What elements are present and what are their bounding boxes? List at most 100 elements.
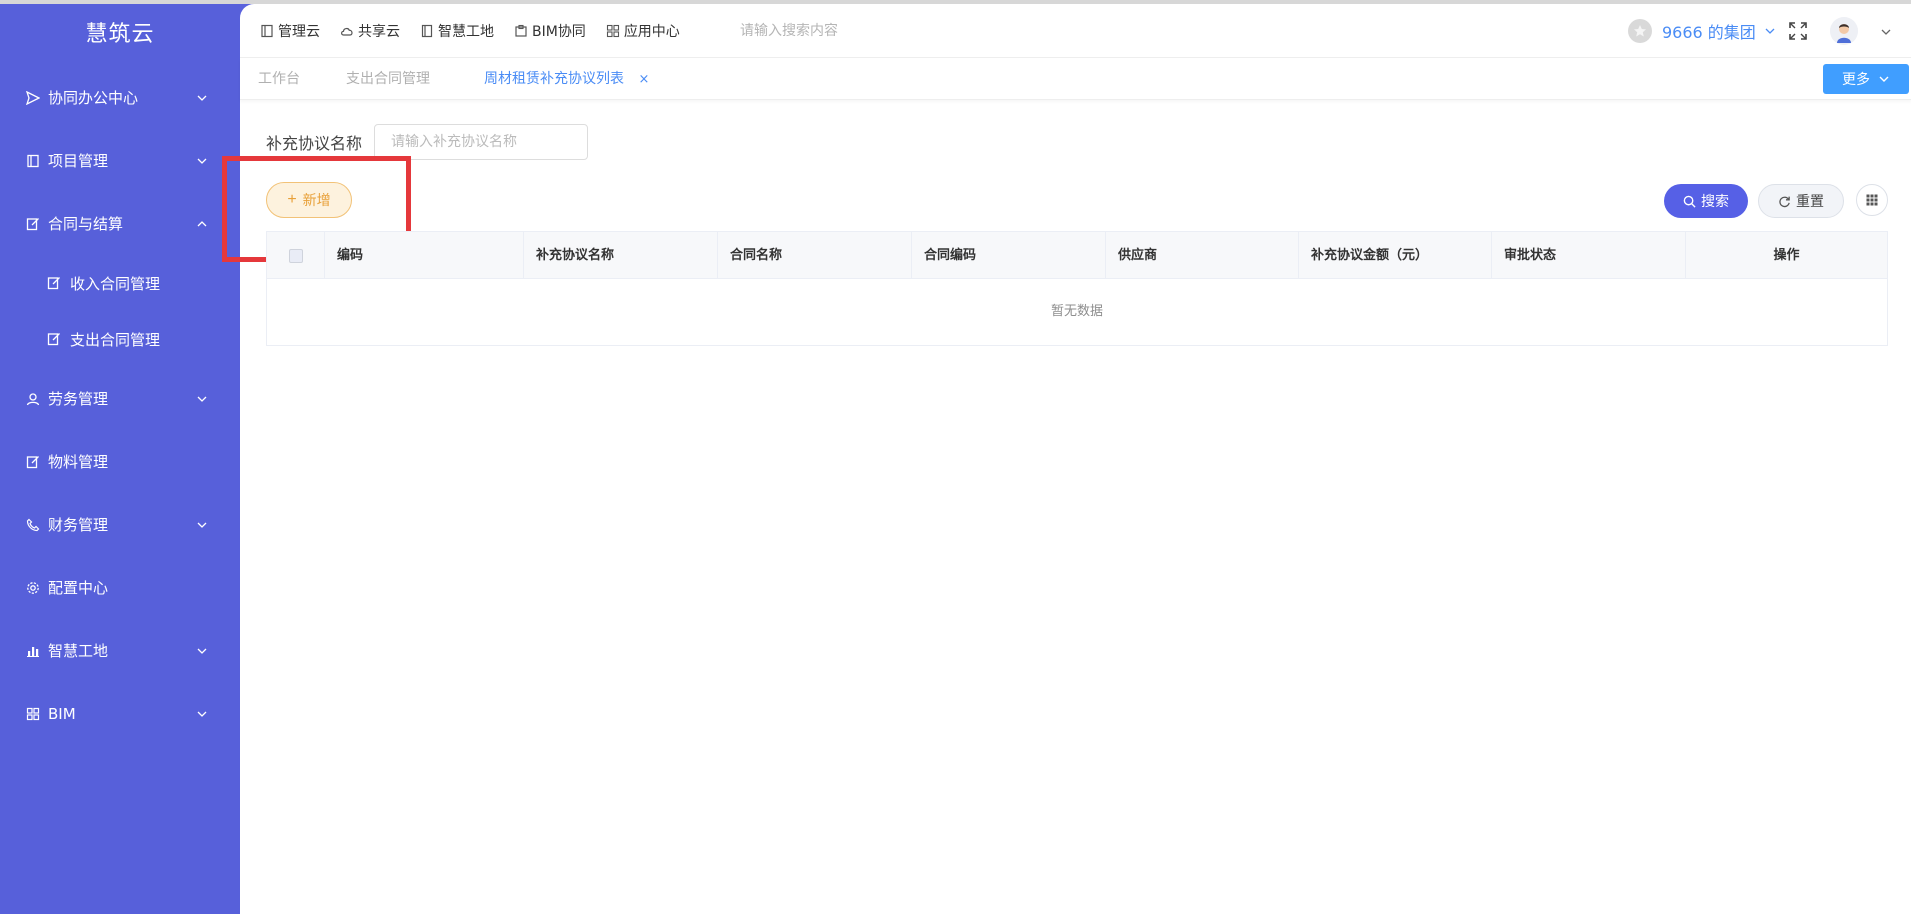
agreement-name-input[interactable]: [374, 124, 588, 160]
close-icon[interactable]: ×: [638, 59, 649, 101]
more-label: 更多: [1842, 71, 1870, 87]
global-search-input[interactable]: [740, 18, 980, 44]
nav-shared-cloud[interactable]: 共享云: [340, 21, 400, 41]
tab-label: 周材租赁补充协议列表: [484, 71, 624, 87]
bar-chart-icon: [24, 642, 42, 660]
sidebar-subitem-label: 收入合同管理: [70, 274, 161, 293]
select-all-cell: [267, 232, 325, 279]
main-panel: 管理云 共享云 智慧工地 BIM协同 应用中心 请输入搜索内容 9666 的集团…: [222, 4, 1911, 914]
phone-icon: [24, 516, 42, 534]
chevron-down-icon: [197, 95, 207, 101]
edit-icon: [24, 453, 42, 471]
add-button[interactable]: + 新增: [266, 182, 352, 218]
group-avatar: [1628, 19, 1652, 43]
edit-icon: [46, 275, 62, 291]
nav-smart-site[interactable]: 智慧工地: [420, 21, 494, 41]
chevron-down-icon: [197, 396, 207, 402]
sidebar-item-label: 劳务管理: [48, 390, 109, 408]
sidebar: 慧筑云 协同办公中心 项目管理 合同与结算 收入合同管理 支出合同管理 劳务管理…: [0, 4, 240, 914]
sidebar-item-label: 智慧工地: [48, 642, 109, 660]
user-icon: [24, 390, 42, 408]
search-button[interactable]: 搜索: [1664, 184, 1748, 218]
chevron-down-icon: [197, 648, 207, 654]
edit-icon: [24, 215, 42, 233]
sidebar-item-label: 配置中心: [48, 579, 109, 597]
sidebar-item-label: 协同办公中心: [48, 89, 139, 107]
search-label: 搜索: [1701, 193, 1729, 209]
tabs-bar: 工作台 支出合同管理 周材租赁补充协议列表 × 更多: [240, 58, 1911, 100]
chevron-down-icon[interactable]: [1880, 26, 1892, 38]
nav-label: 共享云: [358, 24, 400, 40]
sidebar-item-label: 合同与结算: [48, 215, 124, 233]
grid-icon: [24, 705, 42, 723]
add-label: 新增: [302, 192, 331, 208]
sidebar-item-collab-office[interactable]: 协同办公中心: [0, 66, 240, 129]
column-settings-button[interactable]: [1856, 184, 1888, 216]
tab-label: 支出合同管理: [346, 71, 430, 87]
sidebar-item-config[interactable]: 配置中心: [0, 556, 240, 619]
grid-icon: [1866, 194, 1878, 206]
sidebar-item-labor[interactable]: 劳务管理: [0, 367, 240, 430]
nav-label: BIM协同: [532, 24, 586, 40]
send-icon: [24, 89, 42, 107]
data-table: 编码 补充协议名称 合同名称 合同编码 供应商 补充协议金额（元） 审批状态 操…: [266, 231, 1888, 346]
chevron-down-icon: [1879, 76, 1889, 82]
column-header[interactable]: 供应商: [1106, 232, 1299, 279]
grid-icon: [606, 24, 620, 38]
sidebar-subitem-income-contract[interactable]: 收入合同管理: [0, 255, 240, 311]
column-header[interactable]: 补充协议金额（元）: [1299, 232, 1492, 279]
tab-expense-contract[interactable]: 支出合同管理: [346, 58, 430, 100]
app-logo: 慧筑云: [85, 22, 155, 47]
top-nav: 管理云 共享云 智慧工地 BIM协同 应用中心: [260, 4, 700, 58]
top-header: 管理云 共享云 智慧工地 BIM协同 应用中心 请输入搜索内容 9666 的集团: [240, 4, 1911, 58]
sidebar-subitem-label: 支出合同管理: [70, 330, 161, 349]
nav-management-cloud[interactable]: 管理云: [260, 21, 320, 41]
chevron-down-icon: [197, 522, 207, 528]
sidebar-item-contract-settlement[interactable]: 合同与结算: [0, 192, 240, 255]
empty-state: 暂无数据: [1050, 304, 1103, 319]
reset-button[interactable]: 重置: [1758, 184, 1844, 218]
chevron-down-icon: [197, 158, 207, 164]
refresh-icon: [1779, 196, 1790, 207]
sidebar-item-bim[interactable]: BIM: [0, 682, 240, 745]
group-switcher[interactable]: 9666 的集团: [1628, 19, 1776, 43]
sidebar-item-project[interactable]: 项目管理: [0, 129, 240, 192]
tab-rental-supplement-list[interactable]: 周材租赁补充协议列表 ×: [484, 58, 649, 100]
filter-label: 补充协议名称: [266, 134, 363, 153]
sidebar-item-finance[interactable]: 财务管理: [0, 493, 240, 556]
column-header[interactable]: 审批状态: [1492, 232, 1686, 279]
sidebar-item-material[interactable]: 物料管理: [0, 430, 240, 493]
column-header[interactable]: 操作: [1686, 232, 1887, 279]
user-avatar[interactable]: [1830, 17, 1858, 45]
book-icon: [24, 152, 42, 170]
chevron-down-icon: [1765, 28, 1775, 34]
group-name: 9666 的集团: [1662, 23, 1756, 42]
nav-app-center[interactable]: 应用中心: [606, 21, 680, 41]
chevron-up-icon: [197, 220, 207, 226]
box-icon: [514, 24, 528, 38]
column-header[interactable]: 补充协议名称: [524, 232, 718, 279]
search-icon: [1683, 195, 1696, 208]
gear-icon: [24, 579, 42, 597]
tab-label: 工作台: [258, 71, 300, 87]
cloud-icon: [340, 24, 354, 38]
plus-icon: +: [287, 191, 297, 208]
edit-icon: [46, 331, 62, 347]
sidebar-item-smart-site[interactable]: 智慧工地: [0, 619, 240, 682]
chevron-down-icon: [197, 711, 207, 717]
nav-bim-collab[interactable]: BIM协同: [514, 21, 586, 41]
sidebar-item-label: 项目管理: [48, 152, 109, 170]
column-header[interactable]: 编码: [325, 232, 524, 279]
panel-icon: [260, 24, 274, 38]
column-header[interactable]: 合同名称: [718, 232, 912, 279]
nav-label: 智慧工地: [438, 24, 494, 40]
tab-workbench[interactable]: 工作台: [258, 58, 300, 100]
select-all-checkbox[interactable]: [288, 248, 303, 263]
sidebar-item-label: BIM: [48, 704, 76, 723]
sidebar-subitem-expense-contract[interactable]: 支出合同管理: [0, 311, 240, 367]
reset-label: 重置: [1796, 193, 1824, 209]
column-header[interactable]: 合同编码: [912, 232, 1106, 279]
more-button[interactable]: 更多: [1823, 64, 1909, 94]
fullscreen-icon[interactable]: [1787, 20, 1809, 42]
book-icon: [420, 24, 434, 38]
